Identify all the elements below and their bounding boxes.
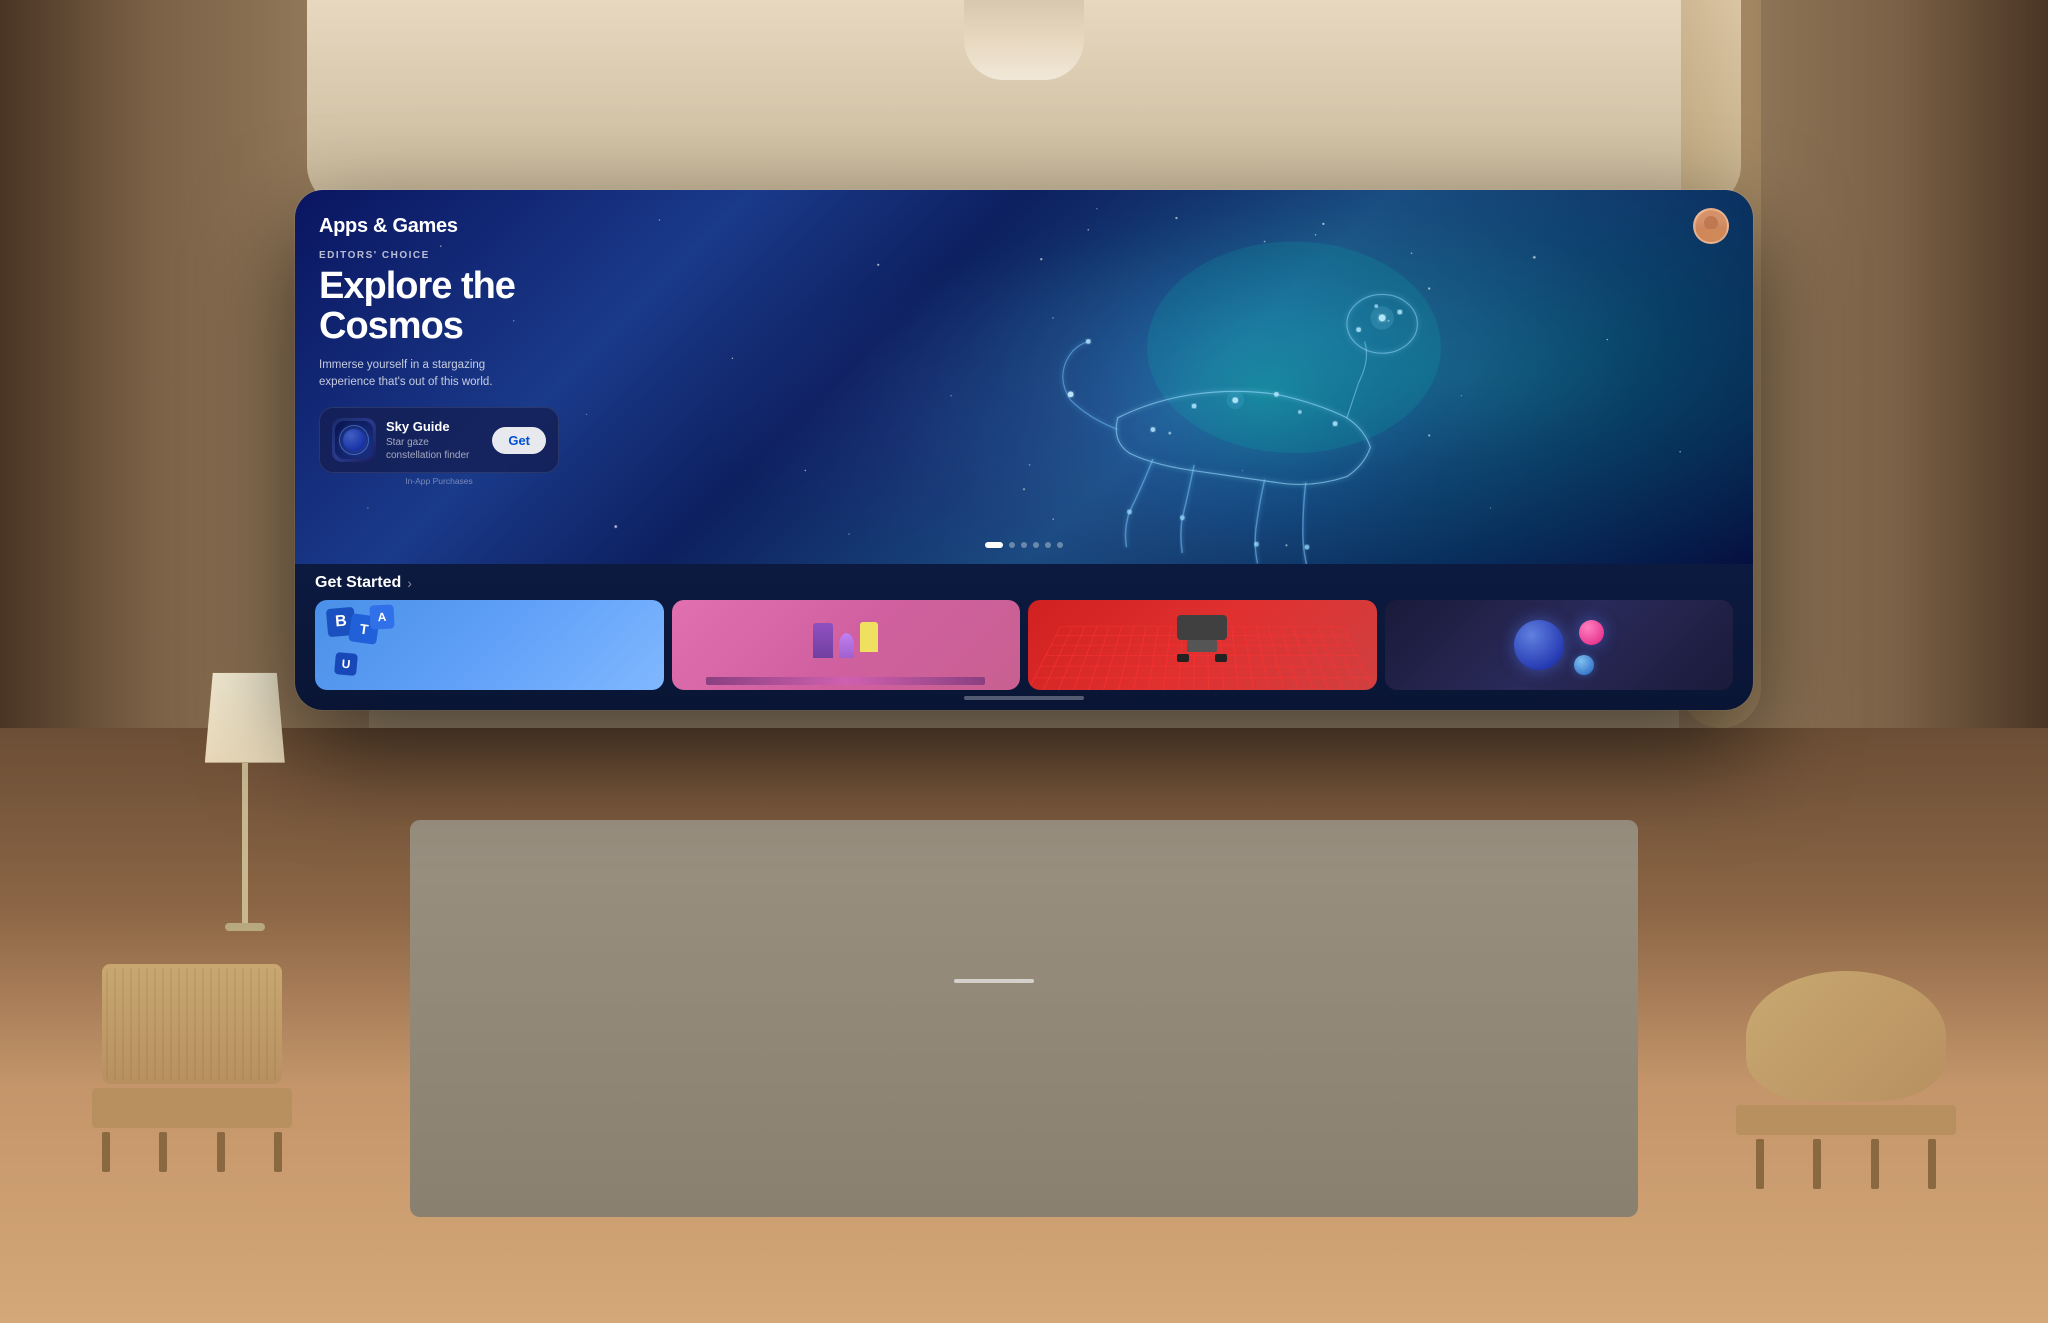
chair-leg [1928, 1139, 1936, 1189]
get-started-header: Get Started › [295, 574, 1753, 600]
chair-leg [274, 1132, 282, 1172]
chair-leg [159, 1132, 167, 1172]
chair-leg [1813, 1139, 1821, 1189]
hero-title-line1: Explore the [319, 265, 515, 307]
hero-title: Explore the Cosmos [319, 267, 559, 347]
chair-back-right [1746, 971, 1946, 1101]
chair-leg [1756, 1139, 1764, 1189]
chevron-right-icon: › [407, 575, 412, 591]
visionos-panel: ✦ ⬇ 🔍 [295, 190, 1753, 710]
bottom-app-4[interactable] [1385, 600, 1734, 690]
hero-title-line2: Cosmos [319, 305, 463, 347]
room-rug [410, 820, 1639, 1217]
chair-leg [1871, 1139, 1879, 1189]
chair-seat-left [92, 1088, 292, 1128]
lamp-base [242, 763, 248, 923]
bottom-app-1[interactable]: B T A U [315, 600, 664, 690]
hero-content: EDITORS' CHOICE Explore the Cosmos Immer… [319, 250, 559, 486]
ceiling-light [964, 0, 1084, 80]
chair-seat-right [1736, 1105, 1956, 1135]
avatar-face [1696, 211, 1726, 241]
bottom-bar: Get Started › B T A U [295, 564, 1753, 710]
app-name: Sky Guide [386, 419, 482, 434]
editors-choice-badge: EDITORS' CHOICE [319, 250, 559, 261]
handle-line [964, 696, 1084, 700]
app-icon [332, 418, 376, 462]
app-card-wrapper: Sky Guide Star gaze constellation finder… [319, 407, 559, 486]
bottom-app-3[interactable] [1028, 600, 1377, 690]
chair-legs-left [82, 1132, 302, 1172]
app-subtitle: Star gaze constellation finder [386, 436, 482, 462]
pagination-dot-3[interactable] [1021, 542, 1027, 548]
hero-description: Immerse yourself in a stargazing experie… [319, 357, 519, 392]
chair-leg [102, 1132, 110, 1172]
chess-scene [672, 600, 1021, 690]
in-app-purchases-label: In-App Purchases [319, 476, 559, 486]
bottom-app-2[interactable] [672, 600, 1021, 690]
pagination-dot-6[interactable] [1057, 542, 1063, 548]
lamp-shade [205, 673, 285, 763]
bottom-apps-row: B T A U [295, 600, 1753, 690]
pagination-dot-2[interactable] [1009, 542, 1015, 548]
chair-leg [217, 1132, 225, 1172]
chair-left [82, 964, 302, 1164]
main-content: Apps & Games EDITORS' CHOICE Explore the… [295, 190, 1753, 710]
chair-legs-right [1726, 1139, 1966, 1189]
grid-scene [1028, 600, 1377, 690]
sphere-small-2 [1574, 655, 1594, 675]
bottom-handle [295, 690, 1753, 710]
app-info: Sky Guide Star gaze constellation finder [386, 419, 482, 462]
pagination-dot-5[interactable] [1045, 542, 1051, 548]
app-card[interactable]: Sky Guide Star gaze constellation finder… [319, 407, 559, 473]
scroll-thumb [954, 979, 1034, 983]
sphere-large [1514, 620, 1564, 670]
avatar[interactable] [1693, 208, 1729, 244]
pagination-dot-1[interactable] [985, 542, 1003, 548]
get-started-title: Get Started [315, 574, 401, 592]
sphere-scene [1385, 600, 1734, 690]
get-button[interactable]: Get [492, 427, 546, 454]
lamp-left [205, 673, 285, 953]
pagination-dots [985, 542, 1063, 548]
chair-back-left [102, 964, 282, 1084]
page-title: Apps & Games [319, 215, 458, 238]
chair-right [1726, 971, 1966, 1191]
lamp-foot [225, 923, 265, 931]
scroll-indicator [924, 979, 1124, 983]
pagination-dot-4[interactable] [1033, 542, 1039, 548]
hero-section: Apps & Games EDITORS' CHOICE Explore the… [295, 190, 1753, 564]
sphere-small-1 [1579, 620, 1604, 645]
